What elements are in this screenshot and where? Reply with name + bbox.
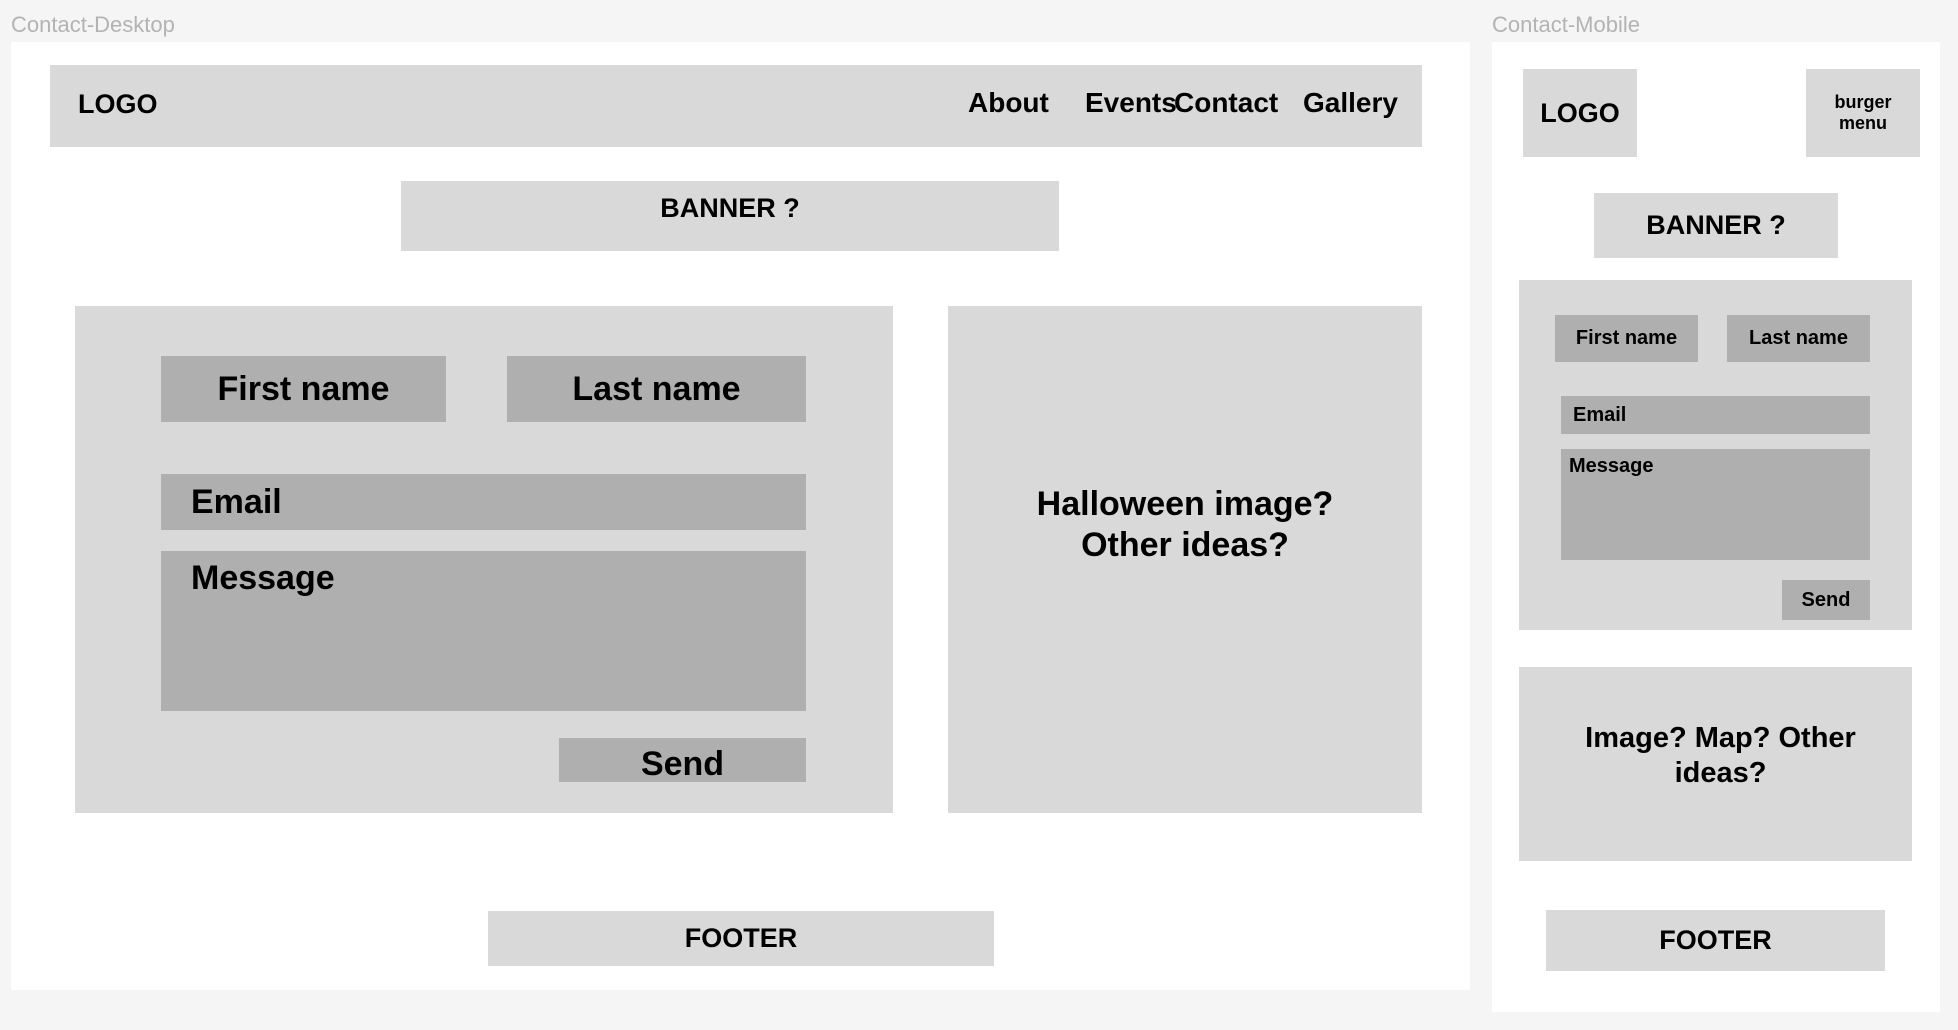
message-field[interactable]: Message [161,551,806,711]
nav-about[interactable]: About [968,87,1049,119]
desktop-frame: LOGO About Events Contact Gallery BANNER… [11,42,1470,990]
mobile-last-name-field[interactable]: Last name [1727,315,1870,362]
nav-contact[interactable]: Contact [1174,87,1278,119]
burger-menu-line-1: burger [1834,92,1892,112]
burger-menu-line-2: menu [1838,113,1887,133]
last-name-field[interactable]: Last name [507,356,806,422]
mobile-first-name-field[interactable]: First name [1555,315,1698,362]
logo[interactable]: LOGO [78,89,158,120]
burger-menu-button[interactable]: burger menu [1806,69,1920,157]
mobile-message-field[interactable]: Message [1561,449,1870,560]
desktop-frame-label: Contact-Desktop [11,12,175,37]
email-field[interactable]: Email [161,474,806,530]
mobile-side-panel-line-2: ideas? [1674,757,1767,789]
mobile-email-field[interactable]: Email [1561,396,1870,434]
mobile-send-button[interactable]: Send [1782,580,1870,620]
nav-gallery[interactable]: Gallery [1303,87,1398,119]
mobile-banner: BANNER ? [1594,193,1838,258]
mobile-side-panel-line-1: Image? Map? Other [1585,722,1856,754]
desktop-header: LOGO About Events Contact Gallery [50,65,1422,147]
mobile-footer: FOOTER [1546,910,1885,971]
side-panel-line-1: Halloween image? [1036,485,1334,523]
contact-form: First name Last name Email Message Send [75,306,893,813]
mobile-contact-form: First name Last name Email Message Send [1519,280,1912,630]
banner: BANNER ? [401,181,1059,251]
mobile-image-placeholder: Image? Map? Other ideas? [1519,667,1912,861]
nav-events[interactable]: Events [1085,87,1177,119]
mobile-logo[interactable]: LOGO [1523,69,1637,157]
footer: FOOTER [488,911,994,966]
side-panel-line-2: Other ideas? [1081,526,1289,564]
mobile-frame: LOGO burger menu BANNER ? First name Las… [1492,42,1940,1012]
mobile-frame-label: Contact-Mobile [1492,12,1640,37]
send-button[interactable]: Send [559,738,806,783]
first-name-field[interactable]: First name [161,356,446,422]
side-image-placeholder: Halloween image? Other ideas? [948,306,1422,813]
